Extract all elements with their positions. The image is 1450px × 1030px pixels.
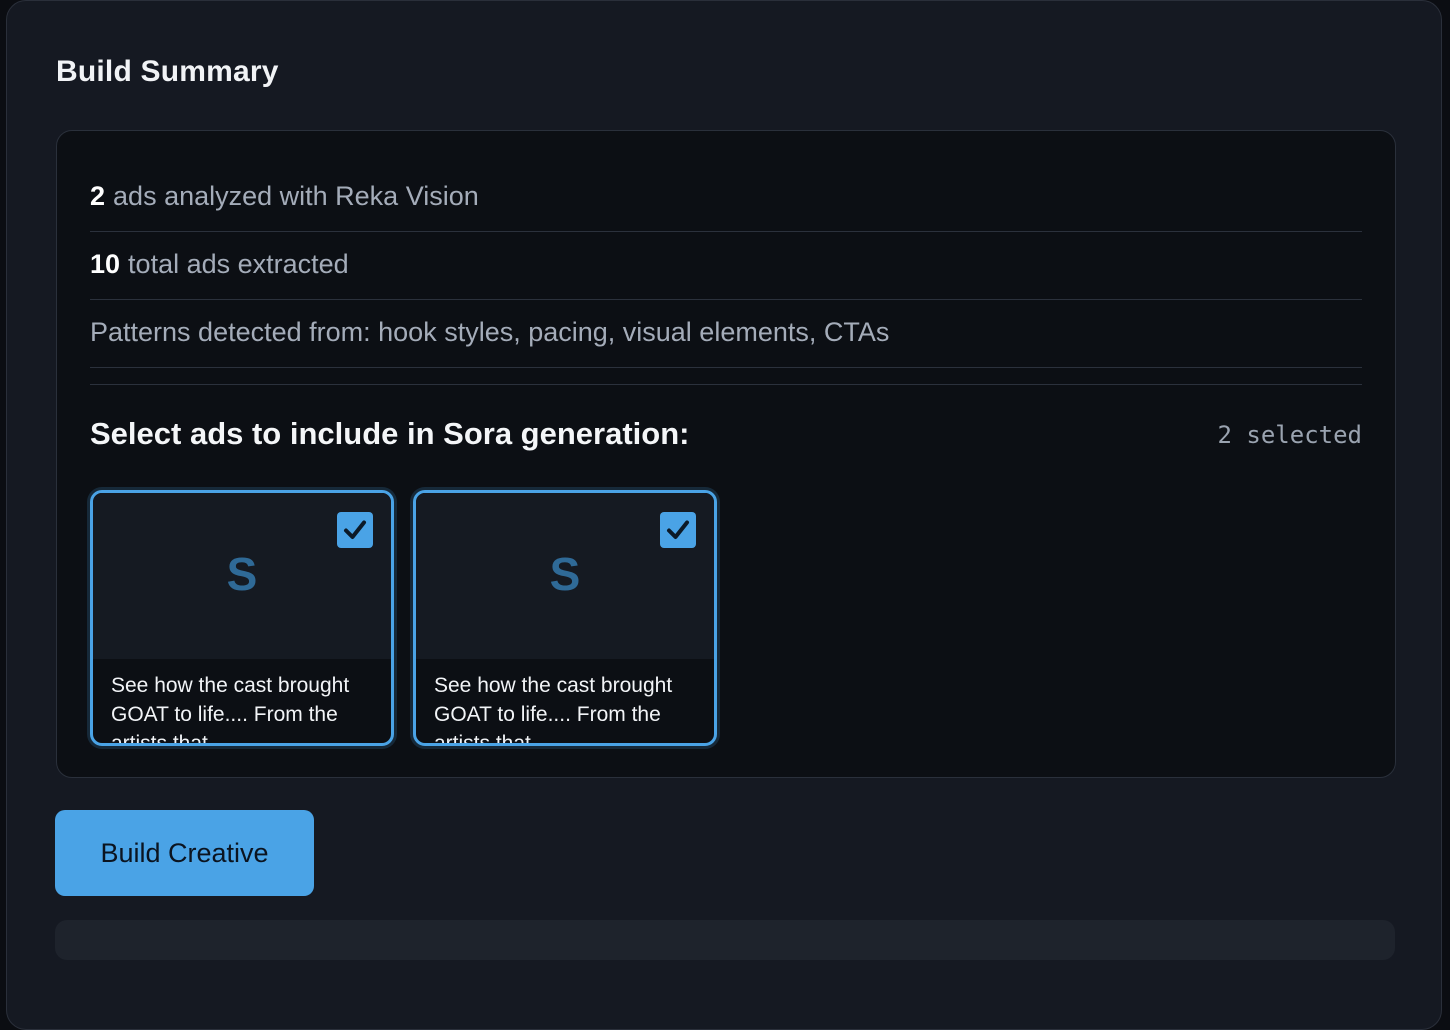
stat-value: 2 [90, 181, 106, 211]
checkmark-icon [344, 520, 366, 539]
thumbnail-letter: S [549, 548, 581, 600]
ad-card[interactable]: S See how the cast brought GOAT to life.… [90, 490, 394, 746]
stat-label: ads analyzed with Reka Vision [113, 181, 479, 211]
selected-count: 2 selected [1217, 421, 1363, 449]
ad-caption: See how the cast brought GOAT to life...… [111, 674, 350, 746]
build-creative-button[interactable]: Build Creative [55, 810, 314, 896]
stat-label: total ads extracted [128, 249, 349, 279]
ad-caption: See how the cast brought GOAT to life...… [434, 674, 673, 746]
ad-card[interactable]: S See how the cast brought GOAT to life.… [413, 490, 717, 746]
checkbox-checked[interactable] [660, 512, 696, 548]
stat-value: 10 [90, 249, 121, 279]
summary-box: 2 ads analyzed with Reka Vision 10 total… [56, 130, 1396, 778]
select-ads-heading: Select ads to include in Sora generation… [90, 416, 690, 451]
stat-ads-analyzed: 2 ads analyzed with Reka Vision [90, 164, 1362, 232]
checkmark-icon [667, 520, 689, 539]
checkbox-checked[interactable] [337, 512, 373, 548]
patterns-detected: Patterns detected from: hook styles, pac… [90, 300, 1362, 368]
page-title: Build Summary [56, 55, 279, 88]
thumbnail-letter: S [226, 548, 258, 600]
section-divider [90, 384, 1362, 385]
progress-bar [55, 920, 1395, 960]
stat-total-extracted: 10 total ads extracted [90, 232, 1362, 300]
patterns-text: Patterns detected from: hook styles, pac… [90, 317, 890, 347]
